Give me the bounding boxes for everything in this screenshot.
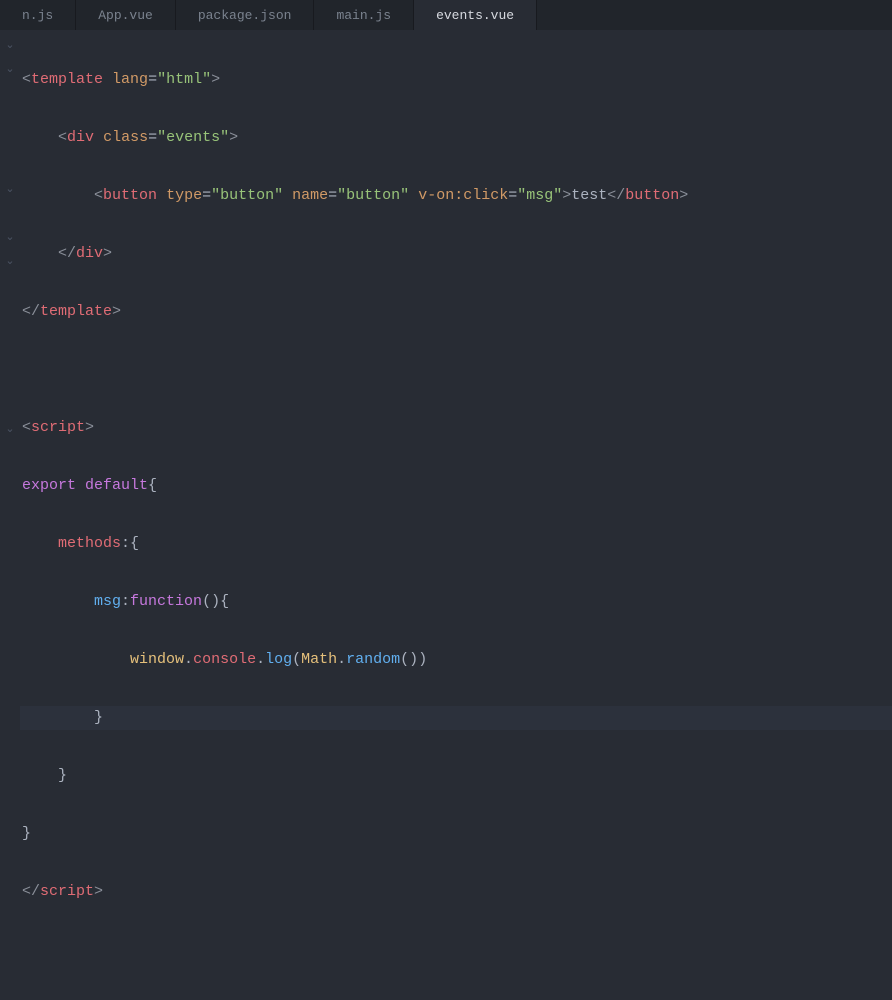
code-line: window.console.log(Math.random()): [20, 648, 892, 672]
fold-icon[interactable]: ⌄: [0, 34, 20, 58]
tab-label: package.json: [198, 8, 292, 23]
code-line: <style lang="css">: [20, 996, 892, 1000]
code-line: <div class="events">: [20, 126, 892, 150]
fold-icon[interactable]: ⌄: [0, 250, 20, 274]
tab-bar: n.js App.vue package.json main.js events…: [0, 0, 892, 30]
code-line: }: [20, 706, 892, 730]
code-line: msg:function(){: [20, 590, 892, 614]
code-area[interactable]: <template lang="html"> <div class="event…: [20, 30, 892, 500]
tab-app-vue[interactable]: App.vue: [76, 0, 176, 30]
tab-label: n.js: [22, 8, 53, 23]
editor[interactable]: ⌄ ⌄ ⌄ ⌄ ⌄ ⌄ <template lang="html"> <div …: [0, 30, 892, 500]
code-line: </div>: [20, 242, 892, 266]
tab-label: App.vue: [98, 8, 153, 23]
tab-label: events.vue: [436, 8, 514, 23]
gutter: ⌄ ⌄ ⌄ ⌄ ⌄ ⌄: [0, 30, 20, 500]
tab-events-vue[interactable]: events.vue: [414, 0, 537, 30]
code-line: [20, 938, 892, 962]
code-line: export default{: [20, 474, 892, 498]
code-line: }: [20, 822, 892, 846]
code-line: </template>: [20, 300, 892, 324]
fold-icon[interactable]: ⌄: [0, 178, 20, 202]
code-line: }: [20, 764, 892, 788]
tab-n-js[interactable]: n.js: [0, 0, 76, 30]
code-line: methods:{: [20, 532, 892, 556]
code-line: <button type="button" name="button" v-on…: [20, 184, 892, 208]
code-line: [20, 358, 892, 382]
tab-package-json[interactable]: package.json: [176, 0, 315, 30]
code-line: <template lang="html">: [20, 68, 892, 92]
tab-main-js[interactable]: main.js: [314, 0, 414, 30]
fold-icon[interactable]: ⌄: [0, 58, 20, 82]
code-line: <script>: [20, 416, 892, 440]
fold-icon[interactable]: ⌄: [0, 226, 20, 250]
tab-label: main.js: [336, 8, 391, 23]
code-line: </script>: [20, 880, 892, 904]
fold-icon[interactable]: ⌄: [0, 418, 20, 442]
